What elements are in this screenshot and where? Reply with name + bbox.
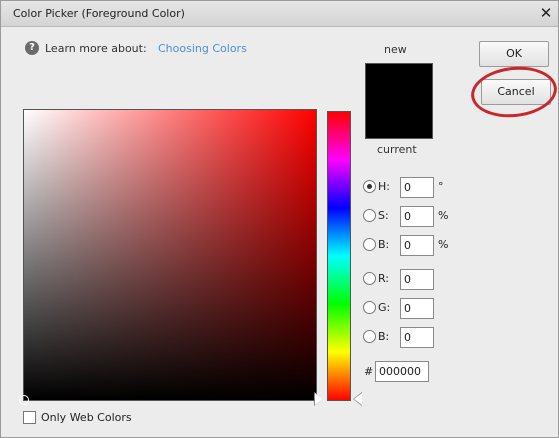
window-title: Color Picker (Foreground Color) [13, 7, 185, 20]
new-color-swatch [365, 63, 433, 103]
hex-input[interactable] [375, 361, 429, 382]
hue-slider[interactable] [327, 111, 351, 401]
hue-label[interactable]: H: [378, 180, 390, 193]
saturation-input[interactable] [400, 206, 434, 227]
blue-radio[interactable] [363, 330, 376, 343]
title-bar: Color Picker (Foreground Color) ✕ [1, 1, 558, 27]
saturation-brightness-field[interactable] [19, 109, 317, 405]
close-icon[interactable]: ✕ [538, 4, 554, 22]
saturation-unit: % [438, 209, 449, 222]
choosing-colors-link[interactable]: Choosing Colors [158, 42, 247, 55]
blue-label[interactable]: B: [378, 330, 389, 343]
saturation-label[interactable]: S: [378, 209, 389, 222]
red-input[interactable] [400, 269, 434, 290]
brightness-unit: % [438, 238, 449, 251]
red-radio[interactable] [363, 272, 376, 285]
brightness-input[interactable] [400, 235, 434, 256]
hex-prefix: # [364, 365, 374, 378]
new-color-label: new [384, 43, 407, 56]
current-color-swatch[interactable] [365, 103, 433, 139]
color-field-marker[interactable] [19, 395, 29, 405]
current-color-label: current [377, 143, 417, 156]
blue-input[interactable] [400, 327, 434, 348]
hue-unit: ° [438, 180, 444, 193]
brightness-radio[interactable] [363, 238, 376, 251]
only-web-colors-label[interactable]: Only Web Colors [41, 411, 132, 424]
color-picker-dialog: Color Picker (Foreground Color) ✕ ? Lear… [0, 0, 559, 438]
help-icon: ? [25, 41, 39, 55]
cancel-highlight-ring [468, 62, 559, 122]
saturation-radio[interactable] [363, 209, 376, 222]
hue-slider-handle-right[interactable] [354, 393, 362, 405]
red-label[interactable]: R: [378, 272, 389, 285]
hue-slider-handle-left[interactable] [315, 393, 323, 405]
hue-input[interactable] [400, 177, 434, 198]
only-web-colors-checkbox[interactable] [23, 411, 36, 424]
brightness-label[interactable]: B: [378, 238, 389, 251]
help-text: Learn more about: [45, 42, 147, 55]
green-radio[interactable] [363, 301, 376, 314]
ok-button[interactable]: OK [479, 41, 549, 67]
green-label[interactable]: G: [378, 301, 390, 314]
green-input[interactable] [400, 298, 434, 319]
hue-radio[interactable] [363, 180, 376, 193]
